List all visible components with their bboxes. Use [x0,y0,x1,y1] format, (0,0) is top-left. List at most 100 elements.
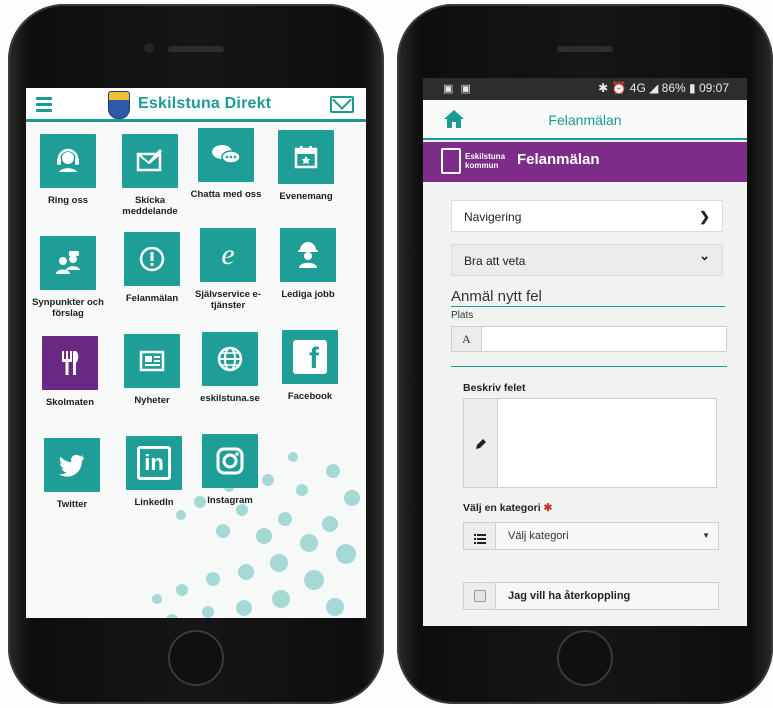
plats-input[interactable] [484,329,722,349]
tile-eskilstuna-se-box [202,332,258,386]
tile-nyheter[interactable]: Nyheter [112,334,192,430]
status-notification-icons: ▣ ▣ [443,83,473,95]
aterkoppling-label: Jag vill ha återkoppling [508,590,631,602]
tile-label: Facebook [287,391,333,402]
app-header: Eskilstuna Direkt [26,88,366,122]
tile-linkedin-box: in [126,436,182,490]
tile-label: LinkedIn [134,497,174,508]
chat-bubbles-icon [211,143,241,167]
tile-twitter-box [44,438,100,492]
tile-label: Ring oss [47,195,89,206]
tile-eskilstuna-se[interactable]: eskilstuna.se [190,332,270,428]
mail-icon[interactable] [330,96,354,113]
tile-lediga-jobb-box [280,228,336,282]
eskilstuna-direkt-screen: Eskilstuna Direkt Ring oss Skicka meddel… [26,88,366,618]
tile-felanmalan-box [124,232,180,286]
text-format-icon: A [452,327,482,351]
section-divider [451,366,727,367]
newspaper-icon [138,349,166,373]
home-button[interactable] [557,630,613,686]
linkedin-icon: in [137,446,171,480]
eskilstuna-kommun-logo-icon [441,148,461,174]
chevron-right-icon: ❯ [699,209,710,224]
tile-evenemang[interactable]: Evenemang [266,130,346,226]
front-camera [144,43,154,53]
aterkoppling-checkbox[interactable] [474,590,486,602]
tile-skolmaten[interactable]: Skolmaten [30,336,110,432]
fork-knife-icon [57,349,83,377]
beskriv-felet-textarea[interactable] [502,403,712,481]
tile-instagram-box [202,434,258,488]
plats-label: Plats [451,310,474,321]
worker-icon [295,241,321,269]
felanmalan-screen: ▣ ▣ ✱ ⏰ 4G ◢ 86% ▮ 09:07 Felanmälan Eski… [423,78,747,626]
tile-instagram[interactable]: Instagram [190,434,270,530]
beskriv-felet-label: Beskriv felet [463,382,526,394]
tile-label: eskilstuna.se [200,393,260,404]
instagram-icon [215,446,245,476]
tile-twitter[interactable]: Twitter [32,438,112,534]
checkbox-addon [464,583,496,609]
pencil-icon [474,437,488,451]
list-icon [474,531,486,544]
eskilstuna-crest-icon [108,91,130,119]
tile-label: Instagram [207,495,253,506]
tile-synpunkter-box [40,236,96,290]
tile-skicka-meddelande[interactable]: Skicka meddelande [110,134,190,230]
calendar-icon [293,144,319,170]
tile-label: Evenemang [279,191,333,202]
tile-felanmalan[interactable]: Felanmälan [112,232,192,328]
tile-lediga-jobb[interactable]: Lediga jobb [268,228,348,324]
tile-label: Felanmälan [125,293,179,304]
kategori-selected-value: Välj kategori [508,530,569,542]
logo-text-line-1: Eskilstuna [465,152,506,161]
tile-label: Lediga jobb [281,289,335,300]
screenshot-stage: Eskilstuna Direkt Ring oss Skicka meddel… [0,0,773,708]
e-service-icon: e [221,238,235,271]
hamburger-menu-icon[interactable] [36,97,52,112]
tile-sjalvservice-e-tjanster[interactable]: e Självservice e-tjänster [188,228,268,324]
tile-linkedin[interactable]: in LinkedIn [114,436,194,532]
people-feedback-icon [53,250,83,276]
tile-label: Självservice e-tjänster [194,289,262,311]
tile-skolmaten-box [42,336,98,390]
headset-icon [54,147,82,175]
tile-synpunkter-och-forslag[interactable]: Synpunkter och förslag [28,236,108,332]
textarea-addon [464,399,498,487]
beskriv-felet-field [463,398,717,488]
facebook-icon: f [293,340,327,374]
accordion-bra-att-veta[interactable]: Bra att veta ⌄ [451,244,723,276]
phone-right: ▣ ▣ ✱ ⏰ 4G ◢ 86% ▮ 09:07 Felanmälan Eski… [397,4,773,704]
tile-facebook-box: f [282,330,338,384]
logo-text-line-2: kommun [465,161,499,170]
tile-chatta-med-oss[interactable]: Chatta med oss [186,128,266,224]
caret-down-icon: ▼ [702,531,710,540]
kategori-select[interactable]: Välj kategori ▼ [463,522,719,550]
section-title: Anmäl nytt fel [451,288,542,305]
tile-label: Skicka meddelande [122,195,178,217]
tile-ring-oss-box [40,134,96,188]
app-title: Eskilstuna Direkt [138,95,272,112]
aterkoppling-checkbox-row[interactable]: Jag vill ha återkoppling [463,582,719,610]
tile-sjalvservice-box: e [200,228,256,282]
phone-left: Eskilstuna Direkt Ring oss Skicka meddel… [8,4,384,704]
tile-label: Synpunkter och förslag [32,297,104,319]
accordion-navigering[interactable]: Navigering ❯ [451,200,723,232]
accordion-label: Navigering [464,210,522,224]
tile-facebook[interactable]: f Facebook [270,330,350,426]
tile-label: Nyheter [134,395,170,406]
section-divider [451,306,725,307]
tile-nyheter-box [124,334,180,388]
accordion-label: Bra att veta [464,254,526,268]
logo-text: Eskilstuna kommun [465,152,505,170]
tile-ring-oss[interactable]: Ring oss [28,134,108,230]
chevron-down-icon: ⌄ [699,248,710,263]
tile-grid: Ring oss Skicka meddelande Chatta med os… [26,124,366,618]
home-button[interactable] [168,630,224,686]
status-indicators: ✱ ⏰ 4G ◢ 86% ▮ 09:07 [598,81,729,95]
status-bar: ▣ ▣ ✱ ⏰ 4G ◢ 86% ▮ 09:07 [423,78,747,100]
tile-label: Chatta med oss [190,189,262,200]
kategori-label-text: Välj en kategori [463,502,541,514]
tile-skicka-meddelande-box [122,134,178,188]
plats-field: A [451,326,727,352]
